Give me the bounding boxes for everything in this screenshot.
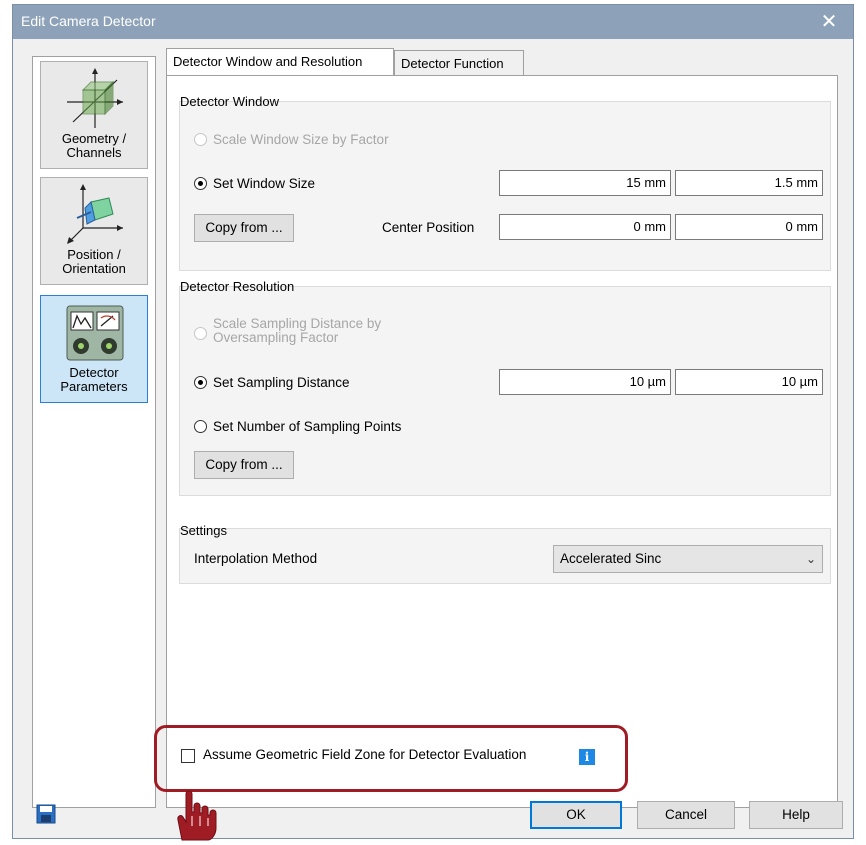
- help-button[interactable]: Help: [749, 801, 843, 829]
- position-axes-icon: [67, 184, 123, 244]
- center-x-field[interactable]: 0 mm: [499, 214, 671, 240]
- detector-resolution-group: Detector Resolution Scale Sampling Dista…: [179, 279, 831, 496]
- radio-icon: [194, 420, 207, 433]
- group-label: Detector Resolution: [180, 279, 295, 294]
- chevron-down-icon: ⌄: [805, 552, 816, 566]
- interpolation-method-select[interactable]: Accelerated Sinc ⌄: [553, 545, 823, 573]
- scale-sampling-label-2: Oversampling Factor: [213, 330, 339, 345]
- set-sampling-points-radio[interactable]: Set Number of Sampling Points: [194, 419, 401, 434]
- tab-detector-window-resolution[interactable]: Detector Window and Resolution: [166, 48, 394, 75]
- interpolation-method-label: Interpolation Method: [194, 551, 318, 566]
- highlight-frame: [154, 725, 628, 792]
- sidebar-item-label: Orientation: [62, 261, 126, 276]
- geometry-cube-icon: [67, 68, 123, 128]
- sampling-distance-x-field[interactable]: 10 µm: [499, 369, 671, 395]
- radio-icon: [194, 133, 207, 146]
- pointer-hand-icon: [177, 790, 217, 841]
- window-height-field[interactable]: 1.5 mm: [675, 170, 823, 196]
- copy-from-window-button[interactable]: Copy from ...: [194, 214, 294, 242]
- save-icon-button[interactable]: [36, 804, 56, 824]
- close-icon[interactable]: ✕: [809, 5, 849, 39]
- scale-sampling-label-1: Scale Sampling Distance by: [213, 316, 382, 331]
- tab-detector-function[interactable]: Detector Function: [394, 50, 524, 75]
- sampling-distance-y-field[interactable]: 10 µm: [675, 369, 823, 395]
- sidebar-item-label: Detector: [69, 365, 119, 380]
- sidebar-item-label: Geometry /: [61, 131, 127, 146]
- sidebar-item-label: Parameters: [60, 379, 128, 394]
- group-label: Detector Window: [180, 94, 279, 109]
- set-window-size-radio[interactable]: Set Window Size: [194, 176, 315, 191]
- sidebar-item-label: Channels: [66, 145, 122, 160]
- scale-sampling-radio[interactable]: Scale Sampling Distance by Oversampling …: [194, 317, 381, 345]
- radio-selected-icon: [194, 177, 207, 190]
- radio-icon: [194, 327, 207, 340]
- tab-page: Detector Window Scale Window Size by Fac…: [166, 75, 838, 808]
- window-title: Edit Camera Detector: [21, 13, 156, 29]
- cancel-button[interactable]: Cancel: [637, 801, 735, 829]
- window-width-field[interactable]: 15 mm: [499, 170, 671, 196]
- save-icon: [36, 804, 56, 824]
- sidebar-item-geometry[interactable]: Geometry / Channels: [40, 61, 148, 169]
- center-position-label: Center Position: [382, 220, 475, 235]
- group-label: Settings: [180, 523, 227, 538]
- ok-button[interactable]: OK: [530, 801, 622, 829]
- sidebar-item-position[interactable]: Position / Orientation: [40, 177, 148, 285]
- radio-selected-icon: [194, 376, 207, 389]
- center-y-field[interactable]: 0 mm: [675, 214, 823, 240]
- sidebar: Geometry / Channels Position / Orientati…: [32, 56, 156, 808]
- detector-instrument-icon: [66, 305, 124, 361]
- settings-group: Settings Interpolation Method Accelerate…: [179, 523, 831, 584]
- set-sampling-distance-radio[interactable]: Set Sampling Distance: [194, 375, 350, 390]
- title-bar: Edit Camera Detector ✕: [13, 5, 853, 39]
- detector-window-group: Detector Window Scale Window Size by Fac…: [179, 94, 831, 271]
- sidebar-item-detector-parameters[interactable]: Detector Parameters: [40, 295, 148, 403]
- copy-from-resolution-button[interactable]: Copy from ...: [194, 451, 294, 479]
- sidebar-item-label: Position /: [67, 247, 121, 262]
- scale-window-radio[interactable]: Scale Window Size by Factor: [194, 132, 389, 147]
